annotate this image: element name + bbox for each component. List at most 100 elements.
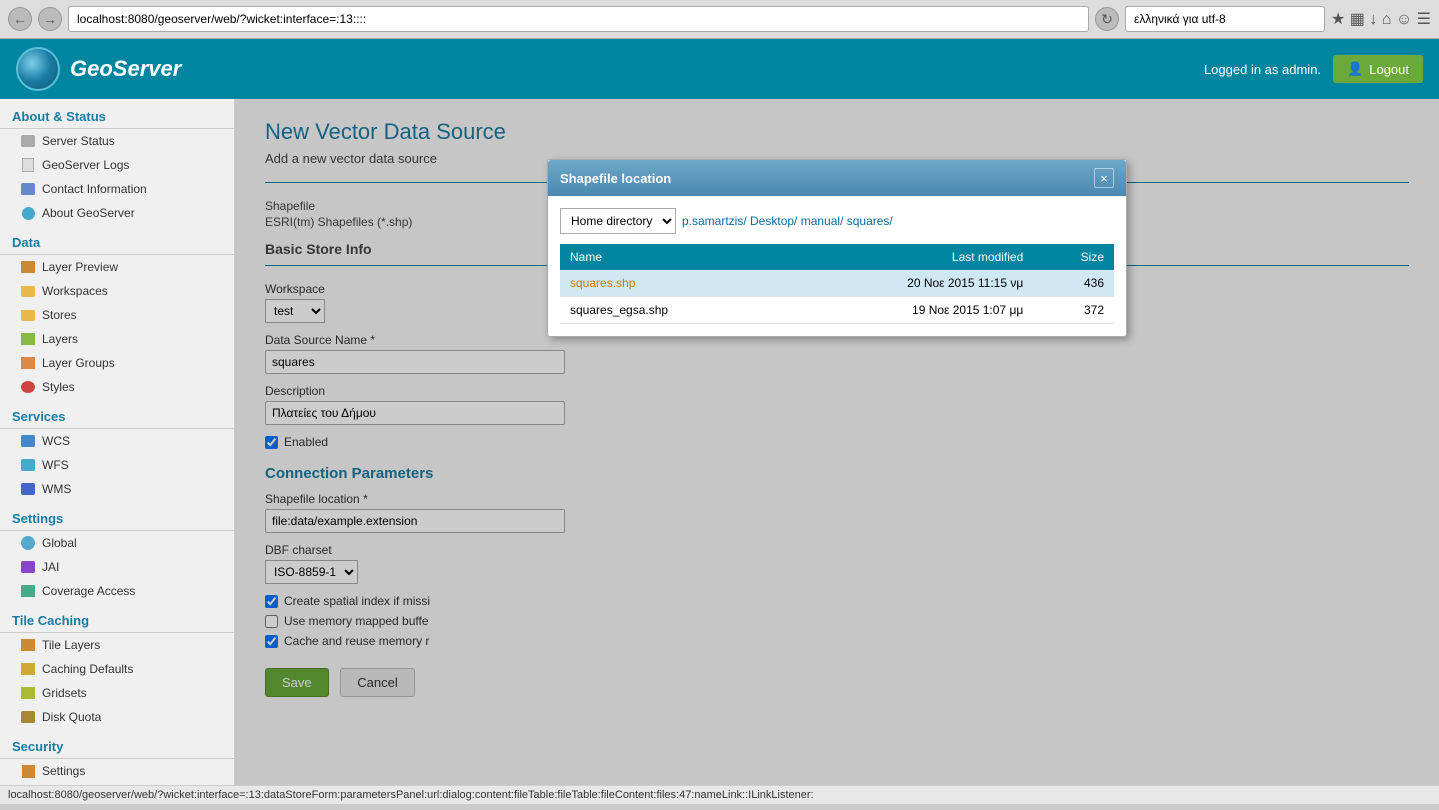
sidebar-item-label: WMS	[42, 482, 71, 496]
sidebar-item-layer-preview[interactable]: Layer Preview	[0, 255, 234, 279]
sidebar-item-layers[interactable]: Layers	[0, 327, 234, 351]
doc-icon	[20, 157, 36, 173]
sidebar-item-label: Tile Layers	[42, 638, 100, 652]
styles-icon	[20, 379, 36, 395]
info-icon	[20, 205, 36, 221]
file-date-cell: 20 Νοε 2015 11:15 νμ	[780, 270, 1033, 297]
sidebar-item-label: Global	[42, 536, 77, 550]
shapefile-location-modal: Shapefile location × Home directoryData …	[547, 159, 1127, 337]
sidebar-section-about: About & Status	[0, 99, 234, 129]
forward-button[interactable]: →	[38, 7, 62, 31]
file-table-header: Name Last modified Size	[560, 244, 1114, 270]
back-button[interactable]: ←	[8, 7, 32, 31]
refresh-button[interactable]: ↻	[1095, 7, 1119, 31]
location-select[interactable]: Home directoryData directoryRoot	[560, 208, 676, 234]
sidebar-item-label: Caching Defaults	[42, 662, 133, 676]
browser-chrome: ← → ↻ ★ ▦ ↓ ⌂ ☺ ☰	[0, 0, 1439, 39]
modal-close-button[interactable]: ×	[1094, 168, 1114, 188]
server-icon	[20, 133, 36, 149]
sidebar-item-label: Layers	[42, 332, 78, 346]
modal-overlay: Shapefile location × Home directoryData …	[235, 99, 1439, 785]
tilelayers-icon	[20, 637, 36, 653]
contact-icon	[20, 181, 36, 197]
sidebar-item-workspaces[interactable]: Workspaces	[0, 279, 234, 303]
sidebar-item-label: Gridsets	[42, 686, 87, 700]
wfs-icon	[20, 457, 36, 473]
table-row[interactable]: squares.shp20 Νοε 2015 11:15 νμ436	[560, 270, 1114, 297]
sidebar-item-jai[interactable]: JAI	[0, 555, 234, 579]
sidebar-item-label: WFS	[42, 458, 69, 472]
sidebar-item-tile-layers[interactable]: Tile Layers	[0, 633, 234, 657]
path-breadcrumb: p.samartzis/ Desktop/ manual/ squares/	[682, 214, 893, 228]
sidebar-item-label: GeoServer Logs	[42, 158, 129, 172]
sidebar-item-label: JAI	[42, 560, 59, 574]
file-name-cell: squares_egsa.shp	[560, 297, 780, 324]
logout-button[interactable]: 👤 Logout	[1333, 55, 1423, 83]
sidebar-item-label: Disk Quota	[42, 710, 101, 724]
folder-icon	[20, 283, 36, 299]
sidebar-item-wfs[interactable]: WFS	[0, 453, 234, 477]
wcs-icon	[20, 433, 36, 449]
url-bar[interactable]	[68, 6, 1089, 32]
table-row[interactable]: squares_egsa.shp19 Νοε 2015 1:07 μμ372	[560, 297, 1114, 324]
sidebar-item-geoserver-logs[interactable]: GeoServer Logs	[0, 153, 234, 177]
sidebar-item-security-settings[interactable]: Settings	[0, 759, 234, 783]
sidebar-item-label: Workspaces	[42, 284, 108, 298]
search-bar[interactable]	[1125, 6, 1325, 32]
sidebar-item-contact-information[interactable]: Contact Information	[0, 177, 234, 201]
sidebar-item-label: WCS	[42, 434, 70, 448]
status-bar: localhost:8080/geoserver/web/?wicket:int…	[0, 785, 1439, 804]
sidebar-item-label: Styles	[42, 380, 75, 394]
sidebar-item-label: Layer Groups	[42, 356, 115, 370]
browser-icons: ★ ▦ ↓ ⌂ ☺ ☰	[1331, 9, 1431, 29]
file-link[interactable]: squares.shp	[570, 276, 635, 290]
col-size: Size	[1033, 244, 1114, 270]
settings-sec-icon	[20, 763, 36, 779]
file-name-cell[interactable]: squares.shp	[560, 270, 780, 297]
wms-icon	[20, 481, 36, 497]
modal-header: Shapefile location ×	[548, 160, 1126, 196]
modal-body: Home directoryData directoryRoot p.samar…	[548, 196, 1126, 336]
sidebar-item-disk-quota[interactable]: Disk Quota	[0, 705, 234, 729]
modal-title: Shapefile location	[560, 171, 671, 186]
file-size-cell: 372	[1033, 297, 1114, 324]
preview-icon	[20, 259, 36, 275]
file-table: Name Last modified Size squares.shp 20 Νο…	[560, 244, 1114, 324]
sidebar-item-wcs[interactable]: WCS	[0, 429, 234, 453]
sidebar-section-security: Security	[0, 729, 234, 759]
diskquota-icon	[20, 709, 36, 725]
sidebar-item-about-geoserver[interactable]: About GeoServer	[0, 201, 234, 225]
sidebar-section-tile-caching: Tile Caching	[0, 603, 234, 633]
sidebar-section-data: Data	[0, 225, 234, 255]
logo-globe	[16, 47, 60, 91]
layergroups-icon	[20, 355, 36, 371]
header-right: Logged in as admin. 👤 Logout	[1204, 55, 1423, 83]
sidebar-item-server-status[interactable]: Server Status	[0, 129, 234, 153]
file-table-body: squares.shp20 Νοε 2015 11:15 νμ436square…	[560, 270, 1114, 324]
sidebar-item-label: Layer Preview	[42, 260, 118, 274]
path-row: Home directoryData directoryRoot p.samar…	[560, 208, 1114, 234]
sidebar-item-gridsets[interactable]: Gridsets	[0, 681, 234, 705]
sidebar-item-label: Settings	[42, 764, 85, 778]
main-area: About & Status Server Status GeoServer L…	[0, 99, 1439, 785]
status-text: localhost:8080/geoserver/web/?wicket:int…	[8, 789, 814, 801]
col-name: Name	[560, 244, 780, 270]
app-wrapper: GeoServer Logged in as admin. 👤 Logout A…	[0, 39, 1439, 804]
logged-in-text: Logged in as admin.	[1204, 62, 1321, 77]
sidebar-section-services: Services	[0, 399, 234, 429]
sidebar-section-settings: Settings	[0, 501, 234, 531]
jai-icon	[20, 559, 36, 575]
sidebar-item-wms[interactable]: WMS	[0, 477, 234, 501]
sidebar-item-coverage-access[interactable]: Coverage Access	[0, 579, 234, 603]
sidebar-item-layer-groups[interactable]: Layer Groups	[0, 351, 234, 375]
sidebar-item-label: Stores	[42, 308, 77, 322]
sidebar-item-caching-defaults[interactable]: Caching Defaults	[0, 657, 234, 681]
file-date-cell: 19 Νοε 2015 1:07 μμ	[780, 297, 1033, 324]
folder-icon	[20, 307, 36, 323]
sidebar-item-stores[interactable]: Stores	[0, 303, 234, 327]
sidebar-item-label: Server Status	[42, 134, 115, 148]
sidebar-item-styles[interactable]: Styles	[0, 375, 234, 399]
logo-area: GeoServer	[16, 47, 181, 91]
sidebar-item-global[interactable]: Global	[0, 531, 234, 555]
caching-icon	[20, 661, 36, 677]
